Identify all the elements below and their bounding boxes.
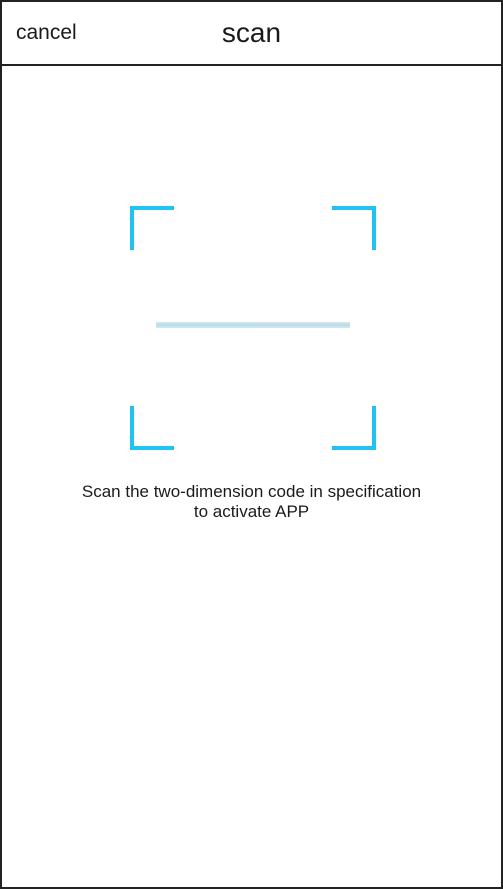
viewfinder-corner-bottom-left	[130, 406, 174, 450]
scan-instruction-line-1: Scan the two-dimension code in specifica…	[81, 482, 422, 501]
scan-screen: cancel scan Scan the two-dimension code …	[0, 0, 503, 889]
scan-viewfinder	[130, 206, 376, 450]
viewfinder-corner-top-left	[130, 206, 174, 250]
cancel-button[interactable]: cancel	[16, 2, 77, 64]
scan-instruction: Scan the two-dimension code in specifica…	[22, 482, 481, 522]
page-title: scan	[221, 17, 282, 48]
scan-line	[156, 322, 350, 328]
viewfinder-corner-top-right	[332, 206, 376, 250]
navigation-bar: cancel scan	[2, 2, 501, 66]
scan-instruction-line-2: to activate APP	[193, 502, 310, 521]
viewfinder-corner-bottom-right	[332, 406, 376, 450]
